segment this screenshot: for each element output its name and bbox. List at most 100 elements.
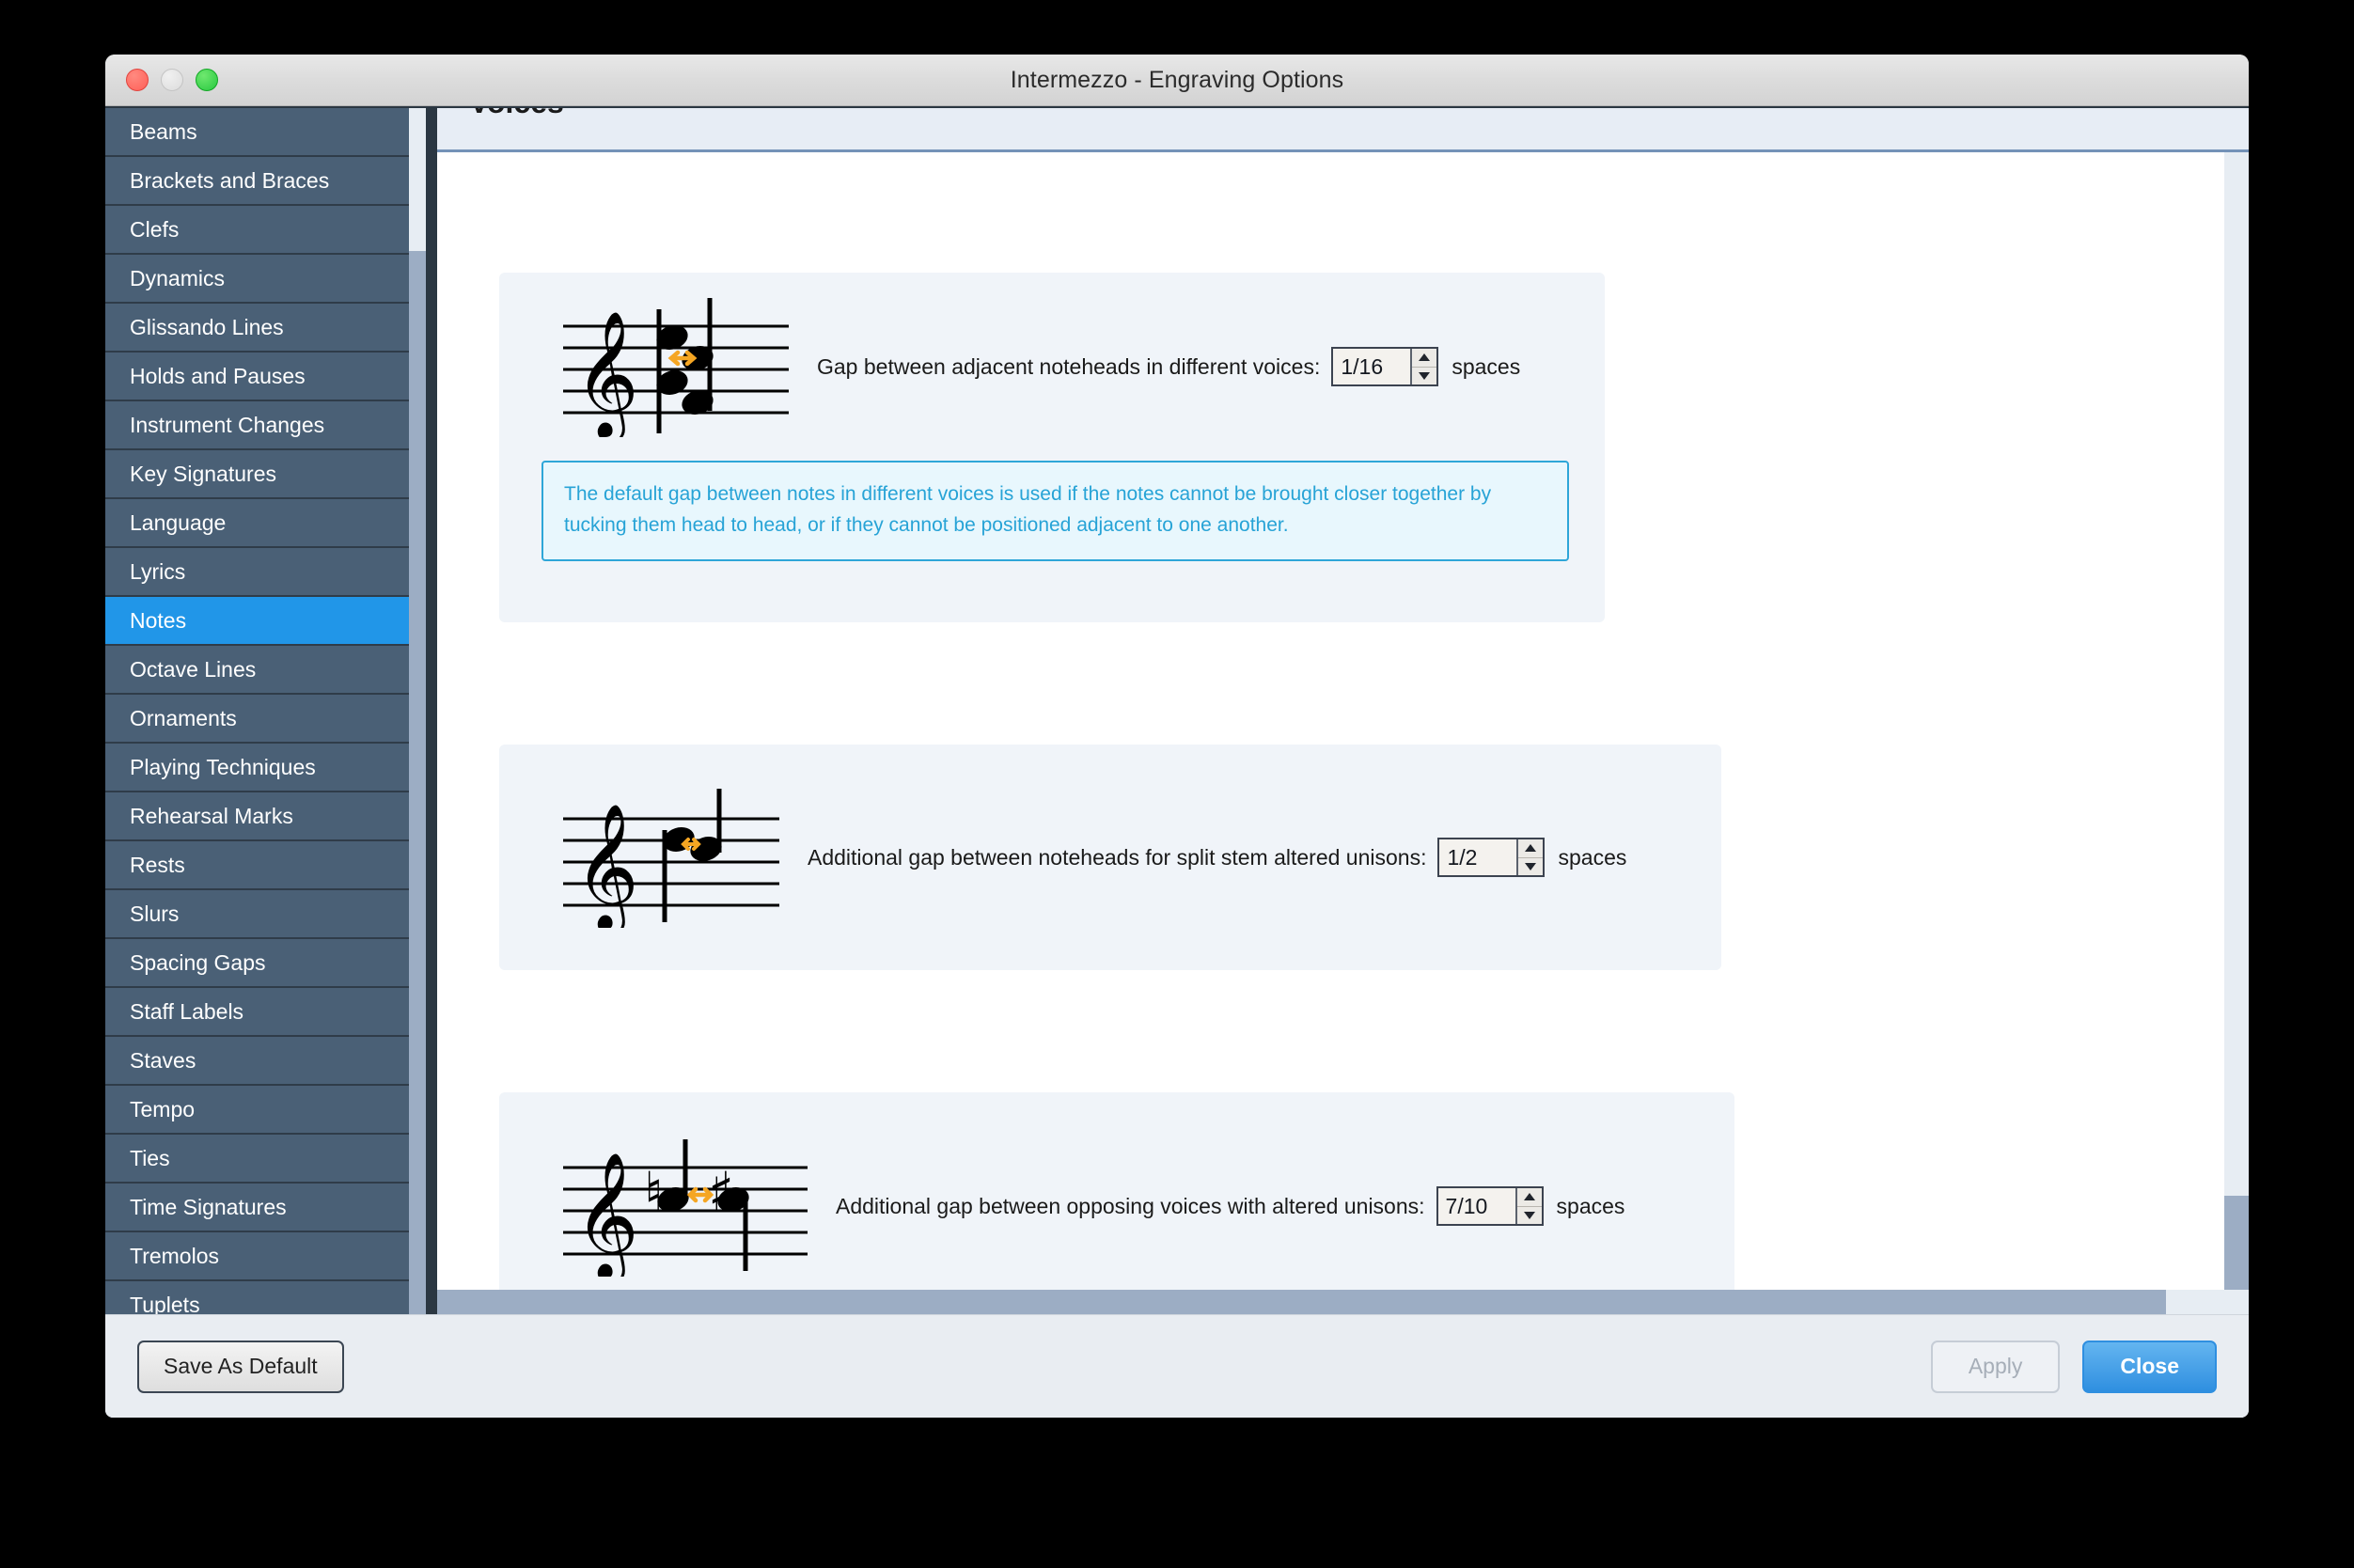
info-tip-box: The default gap between notes in differe…: [541, 461, 1569, 562]
sidebar-item-label: Octave Lines: [130, 656, 257, 682]
sidebar-item-label: Dynamics: [130, 265, 225, 290]
gap-arrow-icon: [686, 1186, 714, 1203]
chevron-down-icon: [1523, 1211, 1535, 1219]
stepper-up-button[interactable]: [1516, 1188, 1542, 1207]
sidebar-item-staff-labels[interactable]: Staff Labels: [105, 988, 409, 1037]
sidebar-item-dynamics[interactable]: Dynamics: [105, 255, 409, 304]
gap-adjacent-noteheads-input[interactable]: 1/16: [1333, 349, 1411, 384]
stepper-buttons[interactable]: [1410, 349, 1437, 385]
chevron-up-icon: [1523, 1193, 1535, 1201]
stepper-down-button[interactable]: [1517, 1207, 1542, 1225]
window-title: Intermezzo - Engraving Options: [1010, 66, 1344, 93]
sidebar-item-notes[interactable]: Notes: [105, 597, 409, 646]
maximize-window-button[interactable]: [196, 69, 218, 91]
sidebar-item-label: Instrument Changes: [130, 412, 325, 437]
notation-figure-1: 𝄞: [535, 296, 817, 437]
sidebar-item-clefs[interactable]: Clefs: [105, 206, 409, 255]
sidebar-item-ornaments[interactable]: Ornaments: [105, 695, 409, 744]
sidebar-item-octave-lines[interactable]: Octave Lines: [105, 646, 409, 695]
engraving-options-window: Intermezzo - Engraving Options Beams Bra…: [105, 55, 2249, 1418]
option-row: 𝄞 Gap between adjacent noteheads in diff…: [499, 273, 1605, 461]
sidebar-item-tremolos[interactable]: Tremolos: [105, 1232, 409, 1281]
close-button[interactable]: Close: [2082, 1340, 2217, 1393]
sidebar-item-rehearsal-marks[interactable]: Rehearsal Marks: [105, 792, 409, 841]
sidebar-item-beams[interactable]: Beams: [105, 108, 409, 157]
sidebar-item-label: Ties: [130, 1145, 170, 1170]
content-horizontal-scrollbar[interactable]: [437, 1290, 2249, 1314]
sidebar-item-label: Ornaments: [130, 705, 237, 730]
sidebar-item-playing-techniques[interactable]: Playing Techniques: [105, 744, 409, 792]
sidebar-item-rests[interactable]: Rests: [105, 841, 409, 890]
option-label-1: Gap between adjacent noteheads in differ…: [817, 353, 1321, 379]
sidebar-item-brackets-and-braces[interactable]: Brackets and Braces: [105, 157, 409, 206]
stepper-down-button[interactable]: [1412, 368, 1436, 385]
stepper-buttons[interactable]: [1516, 839, 1544, 876]
option-group-opposing-voices-altered-unisons: 𝄞 ♮ ♯ Additional gap between opposing vo…: [499, 1092, 1734, 1290]
content-inner: Voices: [437, 108, 2249, 1314]
section-header: Voices: [437, 108, 2249, 152]
stepper-up-button[interactable]: [1412, 349, 1437, 368]
sidebar-item-key-signatures[interactable]: Key Signatures: [105, 450, 409, 499]
sidebar-item-label: Glissando Lines: [130, 314, 284, 339]
content-pane: Voices: [430, 106, 2249, 1314]
sidebar-item-label: Staff Labels: [130, 998, 244, 1024]
opposing-voices-altered-unisons-input[interactable]: 7/10: [1437, 1188, 1515, 1224]
sidebar-item-glissando-lines[interactable]: Glissando Lines: [105, 304, 409, 353]
split-stem-altered-unisons-input[interactable]: 1/2: [1439, 839, 1517, 875]
save-as-default-button[interactable]: Save As Default: [137, 1340, 344, 1393]
apply-button[interactable]: Apply: [1930, 1340, 2061, 1393]
content-vertical-scrollbar-thumb[interactable]: [2224, 1196, 2249, 1290]
sidebar-item-label: Brackets and Braces: [130, 167, 330, 193]
sidebar-item-label: Spacing Gaps: [130, 949, 266, 975]
stepper-buttons[interactable]: [1514, 1188, 1542, 1225]
sidebar-item-label: Key Signatures: [130, 461, 276, 486]
sidebar-item-language[interactable]: Language: [105, 499, 409, 548]
window-titlebar: Intermezzo - Engraving Options: [105, 55, 2249, 106]
gap-adjacent-noteheads-stepper[interactable]: 1/16: [1331, 347, 1439, 386]
sidebar-item-label: Notes: [130, 607, 187, 633]
sidebar-item-ties[interactable]: Ties: [105, 1135, 409, 1184]
svg-text:𝄞: 𝄞: [574, 1152, 639, 1277]
notation-four-noteheads-two-voices-icon: 𝄞: [563, 298, 789, 437]
notation-figure-3: 𝄞 ♮ ♯: [535, 1136, 836, 1277]
option-label-3: Additional gap between opposing voices w…: [836, 1193, 1425, 1218]
options-scroll-area: 𝄞 Gap between adjacent noteheads in diff…: [437, 152, 2249, 1290]
sidebar-item-instrument-changes[interactable]: Instrument Changes: [105, 401, 409, 450]
notation-opposing-voices-altered-unisons-icon: 𝄞 ♮ ♯: [563, 1139, 808, 1277]
window-controls: [126, 55, 218, 105]
sidebar-item-label: Time Signatures: [130, 1194, 287, 1219]
option-group-split-stem-altered-unisons: 𝄞 Additional gap between noteheads for s…: [499, 745, 1721, 970]
close-window-button[interactable]: [126, 69, 149, 91]
page-title: Voices: [469, 108, 564, 120]
dialog-footer: Save As Default Apply Close: [105, 1314, 2249, 1418]
minimize-window-button[interactable]: [161, 69, 183, 91]
window-body: Beams Brackets and Braces Clefs Dynamics…: [105, 106, 2249, 1314]
sidebar-item-holds-and-pauses[interactable]: Holds and Pauses: [105, 353, 409, 401]
svg-text:𝄞: 𝄞: [574, 310, 639, 437]
sidebar-item-tempo[interactable]: Tempo: [105, 1086, 409, 1135]
sidebar-list: Beams Brackets and Braces Clefs Dynamics…: [105, 108, 409, 1314]
option-units-1: spaces: [1452, 353, 1521, 379]
stepper-down-button[interactable]: [1518, 858, 1543, 876]
svg-text:𝄞: 𝄞: [574, 803, 639, 928]
opposing-voices-altered-unisons-stepper[interactable]: 7/10: [1436, 1186, 1544, 1226]
sidebar-item-label: Lyrics: [130, 558, 186, 584]
sidebar-item-label: Language: [130, 510, 227, 535]
sidebar-item-staves[interactable]: Staves: [105, 1037, 409, 1086]
svg-text:♮: ♮: [644, 1160, 664, 1224]
sidebar-item-spacing-gaps[interactable]: Spacing Gaps: [105, 939, 409, 988]
sidebar-item-slurs[interactable]: Slurs: [105, 890, 409, 939]
content-vertical-scrollbar[interactable]: [2224, 152, 2249, 1290]
sidebar-item-label: Playing Techniques: [130, 754, 316, 779]
sidebar-item-label: Rehearsal Marks: [130, 803, 293, 828]
sidebar-item-label: Tremolos: [130, 1243, 219, 1268]
split-stem-altered-unisons-stepper[interactable]: 1/2: [1437, 838, 1546, 877]
sidebar-item-tuplets[interactable]: Tuplets: [105, 1281, 409, 1314]
sidebar-item-time-signatures[interactable]: Time Signatures: [105, 1184, 409, 1232]
option-label-2: Additional gap between noteheads for spl…: [808, 844, 1427, 870]
stepper-up-button[interactable]: [1518, 839, 1544, 858]
chevron-down-icon: [1525, 862, 1537, 870]
option-units-3: spaces: [1556, 1193, 1625, 1218]
sidebar-item-lyrics[interactable]: Lyrics: [105, 548, 409, 597]
content-horizontal-scrollbar-thumb[interactable]: [437, 1290, 2166, 1314]
